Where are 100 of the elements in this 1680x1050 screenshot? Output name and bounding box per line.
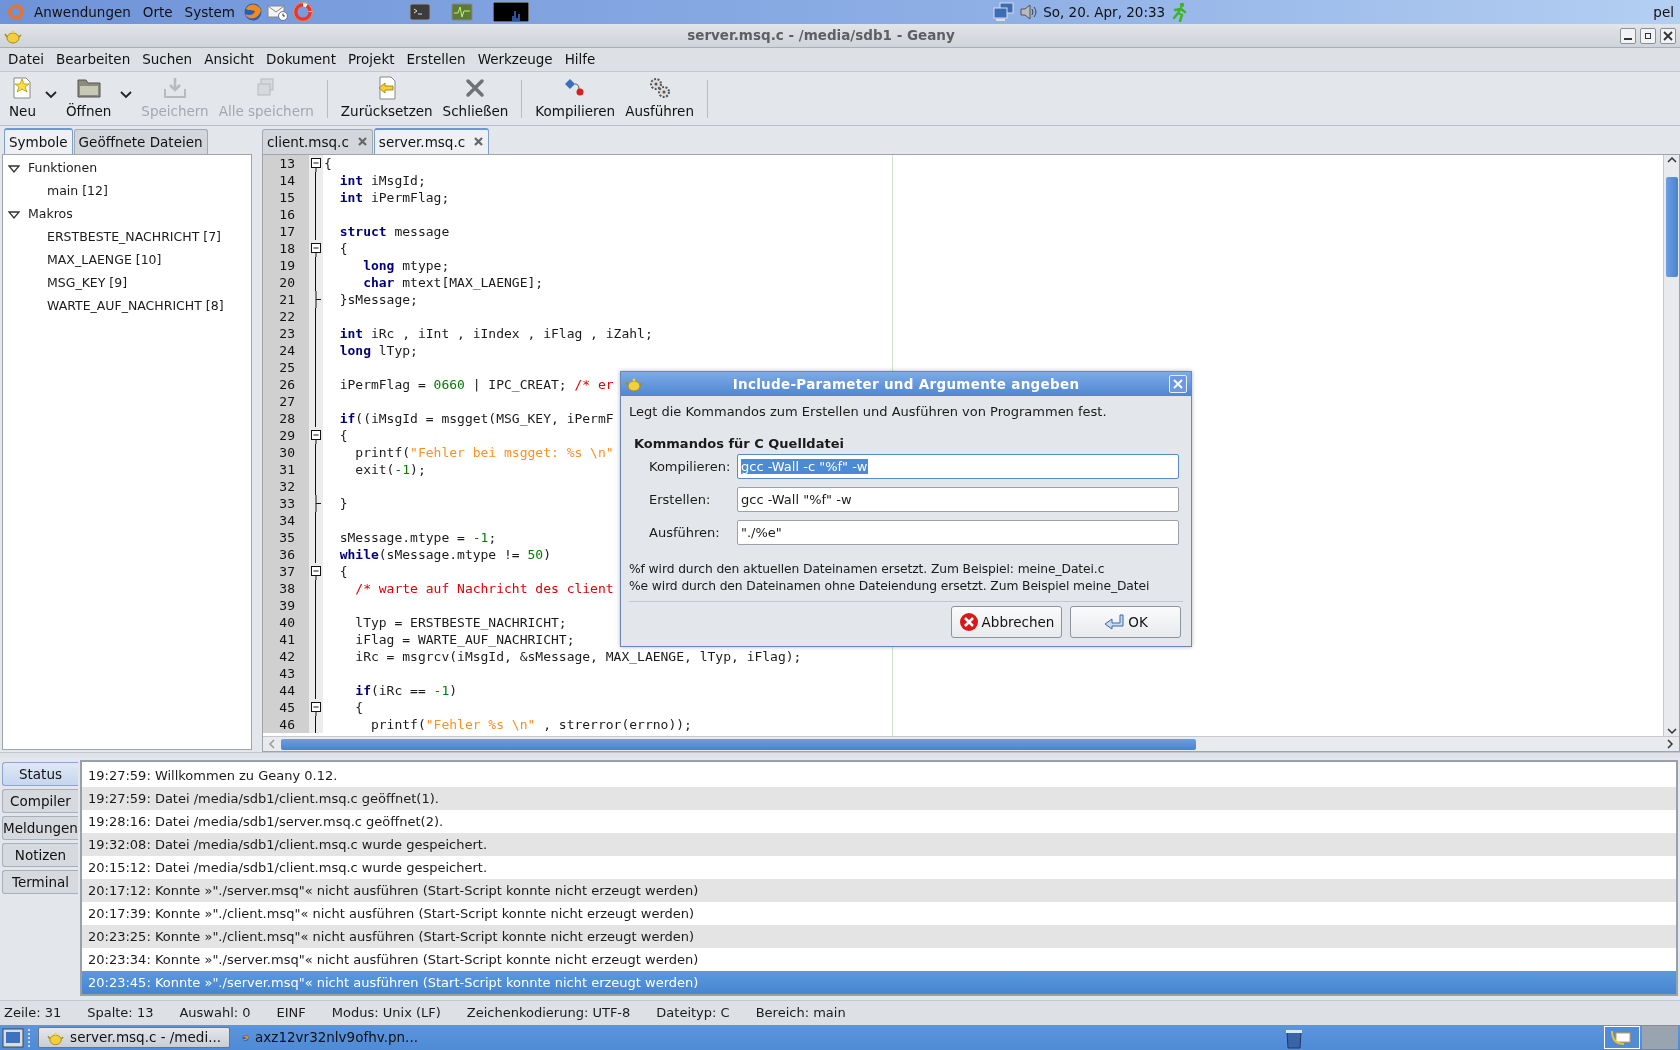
close-icon <box>1663 30 1673 41</box>
menu-item[interactable]: Erstellen <box>400 49 472 70</box>
code-line: iRc = msgrcv(iMsgId, &sMessage, MAX_LAENGE, lTyp, iFlag); <box>354 648 802 665</box>
fold-marker-icon[interactable] <box>310 563 322 580</box>
tree-item[interactable]: Makros <box>28 205 73 224</box>
code-line: }sMessage; <box>338 291 418 308</box>
terminal-icon[interactable] <box>408 2 431 22</box>
status-item: Zeile: 31 <box>4 1004 62 1023</box>
code-line: { <box>338 240 348 257</box>
fold-marker-icon[interactable] <box>310 427 322 444</box>
line-number: 41 <box>263 631 309 648</box>
menu-item[interactable]: Dokument <box>260 49 342 70</box>
status-item: EINF <box>276 1004 306 1023</box>
menu-item[interactable]: Werkzeuge <box>471 49 559 70</box>
scrollbar-thumb[interactable] <box>1665 177 1678 277</box>
input-field[interactable]: gcc -Wall "%f" -w <box>737 487 1179 512</box>
ok-button[interactable]: OK <box>1070 606 1181 638</box>
clock[interactable]: So, 20. Apr, 20:33 <box>1043 1 1166 23</box>
sidebar-tab[interactable]: Geöffnete Dateien <box>73 128 208 154</box>
envelope-icon[interactable] <box>266 2 289 22</box>
vertical-scrollbar[interactable] <box>1663 155 1679 736</box>
fold-marker-icon[interactable] <box>310 240 322 257</box>
code-line: printf("Fehler %s \n" , strerror(errno)); <box>369 716 692 733</box>
code-line: int iPermFlag; <box>338 189 450 206</box>
line-number: 45 <box>263 699 309 716</box>
expander-icon[interactable] <box>8 163 20 174</box>
maximize-button[interactable] <box>1640 27 1656 44</box>
line-number: 17 <box>263 223 309 240</box>
message-tab[interactable]: Status <box>2 762 78 786</box>
toolbar-button[interactable]: Zurücksetzen <box>335 73 438 124</box>
log-row[interactable]: 19:28:16: Datei /media/sdb1/server.msq.c geöffnet(2). <box>82 810 1676 833</box>
tray-icon[interactable] <box>1604 1026 1640 1049</box>
menu-item[interactable]: Ansicht <box>198 49 261 70</box>
task-button[interactable]: axz12vr32nlv9ofhv.pn... <box>234 1027 426 1048</box>
tree-item[interactable]: main [12] <box>47 182 108 201</box>
toolbar-button[interactable]: Ausführen <box>620 73 699 124</box>
menu-item[interactable]: Hilfe <box>558 49 602 70</box>
panel-menu[interactable]: Orte <box>138 1 177 23</box>
lifebuoy-icon[interactable] <box>292 2 313 22</box>
menu-item[interactable]: Projekt <box>341 49 401 70</box>
input-field[interactable]: "./%e" <box>737 520 1179 545</box>
tree-item[interactable]: Funktionen <box>28 159 98 178</box>
log-row[interactable]: 19:32:08: Datei /media/sdb1/client.msq.c wurde gespeichert. <box>82 833 1676 856</box>
line-number: 38 <box>263 580 309 597</box>
fold-marker-icon[interactable] <box>310 155 322 172</box>
scrollbar-thumb[interactable] <box>281 738 1196 750</box>
workspace-switcher[interactable] <box>1642 1026 1678 1049</box>
status-item: Bereich: main <box>755 1004 846 1023</box>
message-tab[interactable]: Notizen <box>2 843 78 867</box>
log-row[interactable]: 20:23:25: Konnte »"./client.msq"« nicht ausführen (Start-Script konnte nicht erzeugt werden) <box>82 925 1676 948</box>
caret-icon <box>120 91 133 100</box>
cancel-button[interactable]: Abbrechen <box>951 606 1062 638</box>
minimize-button[interactable] <box>1620 27 1636 44</box>
message-tab[interactable]: Terminal <box>2 870 78 894</box>
toolbar-button[interactable]: Öffnen <box>60 73 117 124</box>
log-row[interactable]: 19:27:59: Datei /media/sdb1/client.msq.c geöffnet(1). <box>82 787 1676 810</box>
scroll-up-icon[interactable] <box>1666 155 1677 165</box>
sidebar-tab[interactable]: Symbole <box>4 127 73 154</box>
toolbar-button[interactable]: Neu <box>4 73 41 124</box>
menu-item[interactable]: Bearbeiten <box>50 49 137 70</box>
close-icon[interactable] <box>356 136 368 148</box>
task-button[interactable]: server.msq.c - /medi... <box>38 1027 230 1048</box>
speaker-icon[interactable] <box>1019 2 1040 22</box>
menu-item[interactable]: Datei <box>2 49 51 70</box>
tree-item[interactable]: WARTE_AUF_NACHRICHT [8] <box>47 297 224 316</box>
line-number: 25 <box>263 359 309 376</box>
input-field[interactable]: gcc -Wall -c "%f" -w <box>737 454 1179 479</box>
panel-menu[interactable]: System <box>180 1 239 23</box>
log-row[interactable]: 20:17:39: Konnte »"./client.msq"« nicht ausführen (Start-Script konnte nicht erzeugt werden) <box>82 902 1676 925</box>
line-number: 37 <box>263 563 309 580</box>
monitor-icon[interactable] <box>450 2 473 22</box>
globe-icon[interactable] <box>242 2 263 22</box>
close-button[interactable] <box>1660 27 1676 44</box>
log-row[interactable]: 19:27:59: Willkommen zu Geany 0.12. <box>82 764 1676 787</box>
tree-item[interactable]: MAX_LAENGE [10] <box>47 251 162 270</box>
network-icon[interactable] <box>993 2 1016 22</box>
dialog-title: Include-Parameter und Argumente angeben <box>732 375 1080 392</box>
toolbar-button[interactable]: Schließen <box>437 73 514 124</box>
tree-item[interactable]: ERSTBESTE_NACHRICHT [7] <box>47 228 221 247</box>
close-icon[interactable] <box>473 136 485 148</box>
line-number: 29 <box>263 427 309 444</box>
log-row[interactable]: 20:23:34: Konnte »"./server.msq"« nicht ausführen (Start-Script konnte nicht erzeugt werden) <box>82 948 1676 971</box>
panel-menu[interactable]: Anwendungen <box>30 1 135 23</box>
status-item: Dateityp: C <box>656 1004 730 1023</box>
scroll-down-icon[interactable] <box>1666 726 1677 736</box>
field-label: Ausführen: <box>649 523 721 542</box>
menu-item[interactable]: Suchen <box>136 49 199 70</box>
message-tab[interactable]: Meldungen <box>2 816 78 840</box>
cancel-icon <box>958 612 979 632</box>
fold-marker-icon[interactable] <box>310 699 322 716</box>
toolbar-button[interactable]: Kompilieren <box>530 73 621 124</box>
horizontal-scrollbar[interactable] <box>263 736 1679 751</box>
desktop-icon[interactable] <box>2 1027 24 1048</box>
tree-item[interactable]: MSG_KEY [9] <box>47 274 128 293</box>
log-row[interactable]: 20:15:12: Datei /media/sdb1/client.msq.c wurde gespeichert. <box>82 856 1676 879</box>
message-tab[interactable]: Compiler <box>2 789 78 813</box>
log-row[interactable]: 20:17:12: Konnte »"./server.msq"« nicht ausführen (Start-Script konnte nicht erzeugt werden) <box>82 879 1676 902</box>
code-line: struct message <box>338 223 450 240</box>
field-label: Erstellen: <box>649 490 712 509</box>
expander-icon[interactable] <box>8 209 20 220</box>
